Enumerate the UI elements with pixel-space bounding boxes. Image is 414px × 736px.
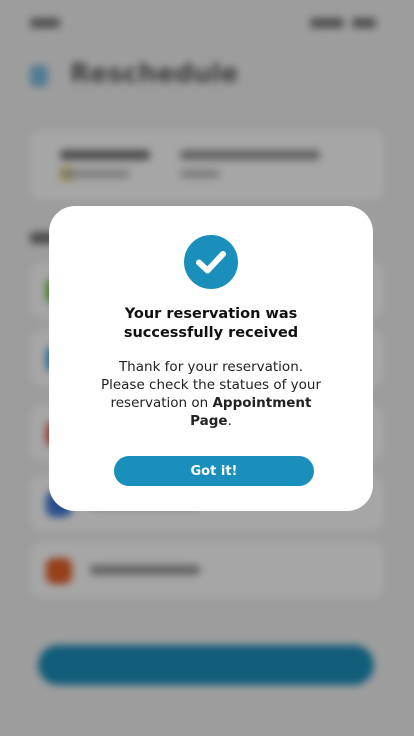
screen: Reschedule Your reservation was successf…	[0, 0, 414, 736]
got-it-button[interactable]: Got it!	[114, 456, 314, 486]
dialog-message: Thank for your reservation. Please check…	[79, 358, 343, 430]
dialog-title-line: successfully received	[123, 325, 299, 341]
appointment-page-link: Page	[190, 413, 228, 429]
dialog-message-line: Please check the statues of your	[100, 377, 322, 393]
appointment-page-link: Appointment	[212, 395, 312, 411]
success-dialog: Your reservation was successfully receiv…	[49, 206, 373, 511]
dialog-message-text: .	[227, 413, 232, 429]
dialog-message-line: Page.	[79, 412, 343, 430]
dialog-title-line: Your reservation was	[124, 306, 298, 322]
dialog-message-line: reservation on Appointment	[79, 394, 343, 412]
check-circle-icon	[184, 235, 238, 289]
dialog-message-text: reservation on	[110, 395, 213, 411]
dialog-title: Your reservation was successfully receiv…	[69, 305, 353, 343]
dialog-message-line: Thank for your reservation.	[118, 359, 304, 375]
